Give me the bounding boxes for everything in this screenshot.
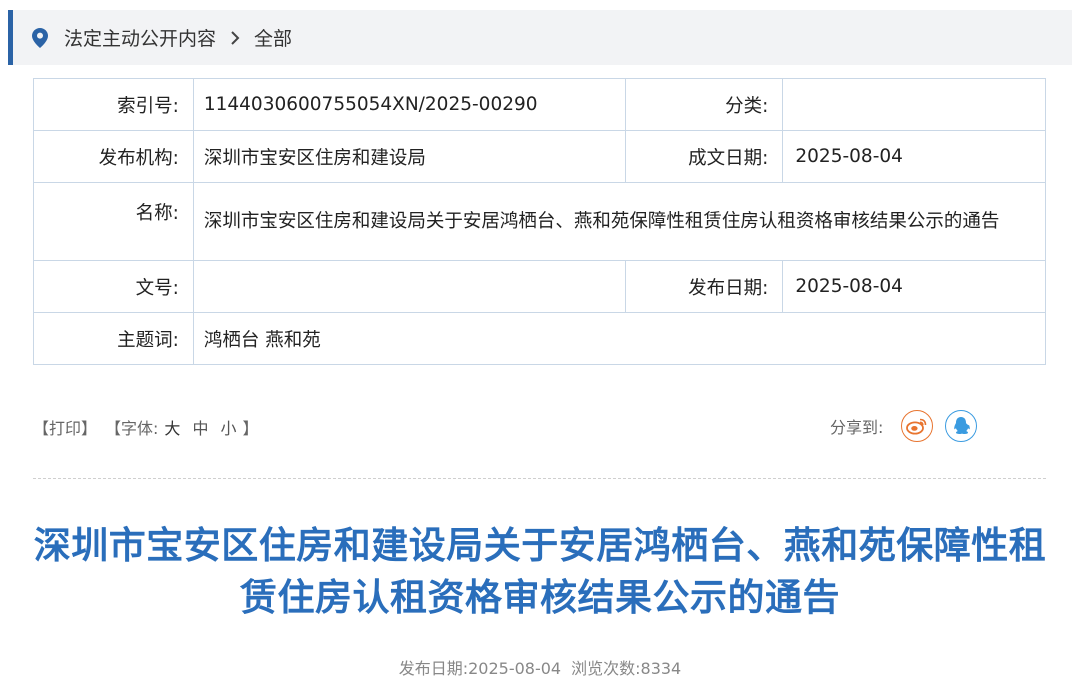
- share-bar: 分享到:: [830, 408, 989, 444]
- article-meta: 发布日期:2025-08-04 浏览次数:8334: [0, 655, 1080, 679]
- location-pin-icon: [30, 27, 50, 49]
- article-publish-date: 发布日期:2025-08-04: [398, 659, 562, 678]
- table-row: 索引号: 1144030600755054XN/2025-00290 分类:: [33, 78, 1046, 131]
- keywords-label: 主题词:: [33, 312, 194, 365]
- publish-date-value: 2025-08-04: [782, 260, 1046, 313]
- article-view-count: 浏览次数:8334: [571, 659, 682, 678]
- font-size-close: 】: [242, 419, 259, 438]
- table-row: 文号: 发布日期: 2025-08-04: [33, 260, 1046, 313]
- font-small-button[interactable]: 小: [220, 415, 236, 439]
- table-row: 发布机构: 深圳市宝安区住房和建设局 成文日期: 2025-08-04: [33, 130, 1046, 183]
- category-value: [782, 78, 1046, 131]
- publisher-value: 深圳市宝安区住房和建设局: [192, 130, 626, 183]
- index-label: 索引号:: [33, 78, 194, 131]
- weibo-icon[interactable]: [901, 410, 934, 442]
- document-metadata-table: 索引号: 1144030600755054XN/2025-00290 分类: 发…: [33, 78, 1047, 365]
- name-value: 深圳市宝安区住房和建设局关于安居鸿栖台、燕和苑保障性租赁住房认租资格审核结果公示…: [192, 182, 1047, 261]
- category-label: 分类:: [624, 78, 784, 131]
- qq-icon[interactable]: [945, 410, 978, 442]
- publisher-label: 发布机构:: [33, 130, 194, 183]
- created-date-label: 成文日期:: [624, 130, 784, 183]
- page-tools: 【打印】 【字体: 大 中 小 】: [33, 413, 258, 441]
- publish-date-label: 发布日期:: [624, 260, 784, 313]
- font-large-button[interactable]: 大: [164, 415, 180, 439]
- share-label: 分享到:: [830, 418, 884, 437]
- divider: [33, 478, 1046, 479]
- print-button[interactable]: 【打印】: [33, 415, 97, 439]
- article-title: 深圳市宝安区住房和建设局关于安居鸿栖台、燕和苑保障性租赁住房认租资格审核结果公示…: [33, 524, 1047, 619]
- keywords-value: 鸿栖台 燕和苑: [192, 312, 1047, 365]
- table-row: 主题词: 鸿栖台 燕和苑: [33, 312, 1047, 365]
- breadcrumb-section-link[interactable]: 法定主动公开内容: [64, 24, 216, 51]
- index-value: 1144030600755054XN/2025-00290: [192, 78, 626, 131]
- table-row: 名称: 深圳市宝安区住房和建设局关于安居鸿栖台、燕和苑保障性租赁住房认租资格审核…: [33, 182, 1047, 261]
- breadcrumb: 法定主动公开内容 全部: [8, 10, 1072, 65]
- created-date-value: 2025-08-04: [782, 130, 1046, 183]
- font-medium-button[interactable]: 中: [192, 415, 208, 439]
- chevron-right-icon: [230, 30, 240, 46]
- font-size-label: 【字体:: [105, 419, 159, 438]
- name-label: 名称:: [33, 182, 194, 261]
- doc-number-label: 文号:: [33, 260, 194, 313]
- doc-number-value: [192, 260, 626, 313]
- breadcrumb-current[interactable]: 全部: [254, 24, 292, 51]
